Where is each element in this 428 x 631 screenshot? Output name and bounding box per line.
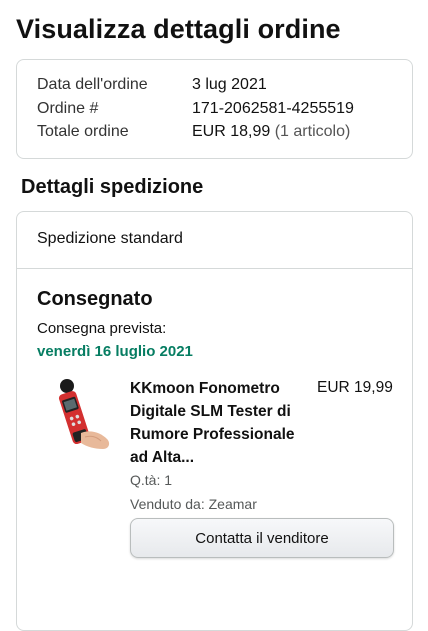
expected-delivery-date: venerdì 16 luglio 2021 xyxy=(37,343,193,360)
order-date-label: Data dell'ordine xyxy=(37,76,148,93)
divider xyxy=(17,268,412,269)
order-total-value: EUR 18,99 (1 articolo) xyxy=(192,123,350,141)
product-quantity: Q.tà: 1 xyxy=(130,472,173,488)
delivery-status: Consegnato xyxy=(37,288,153,310)
order-summary-card: Data dell'ordine 3 lug 2021 Ordine # 171… xyxy=(16,59,413,159)
expected-delivery-label: Consegna prevista: xyxy=(37,320,167,337)
order-total-label: Totale ordine xyxy=(37,123,129,140)
contact-seller-button[interactable]: Contatta il venditore xyxy=(130,518,394,558)
order-date-value: 3 lug 2021 xyxy=(192,76,267,93)
shipping-method: Spedizione standard xyxy=(37,230,183,247)
shipment-section-title: Dettagli spedizione xyxy=(21,176,204,198)
order-number-row: Ordine # 171-2062581-4255519 xyxy=(37,100,397,118)
page-title: Visualizza dettagli ordine xyxy=(16,14,341,44)
order-total-row: Totale ordine EUR 18,99 (1 articolo) xyxy=(37,123,397,141)
seller-info: Venduto da: Zeamar xyxy=(130,496,257,512)
order-number-label: Ordine # xyxy=(37,100,99,117)
sound-level-meter-icon xyxy=(58,379,110,449)
product-image[interactable] xyxy=(55,377,119,457)
shipment-card: Spedizione standard Consegnato Consegna … xyxy=(16,211,413,631)
product-price: EUR 19,99 xyxy=(317,379,393,396)
order-number-value: 171-2062581-4255519 xyxy=(192,100,354,117)
order-total-amount: EUR 18,99 xyxy=(192,123,271,140)
product-title-link[interactable]: KKmoon Fonometro Digitale SLM Tester di … xyxy=(130,377,300,469)
order-date-row: Data dell'ordine 3 lug 2021 xyxy=(37,76,397,94)
order-item-count: (1 articolo) xyxy=(274,123,351,140)
